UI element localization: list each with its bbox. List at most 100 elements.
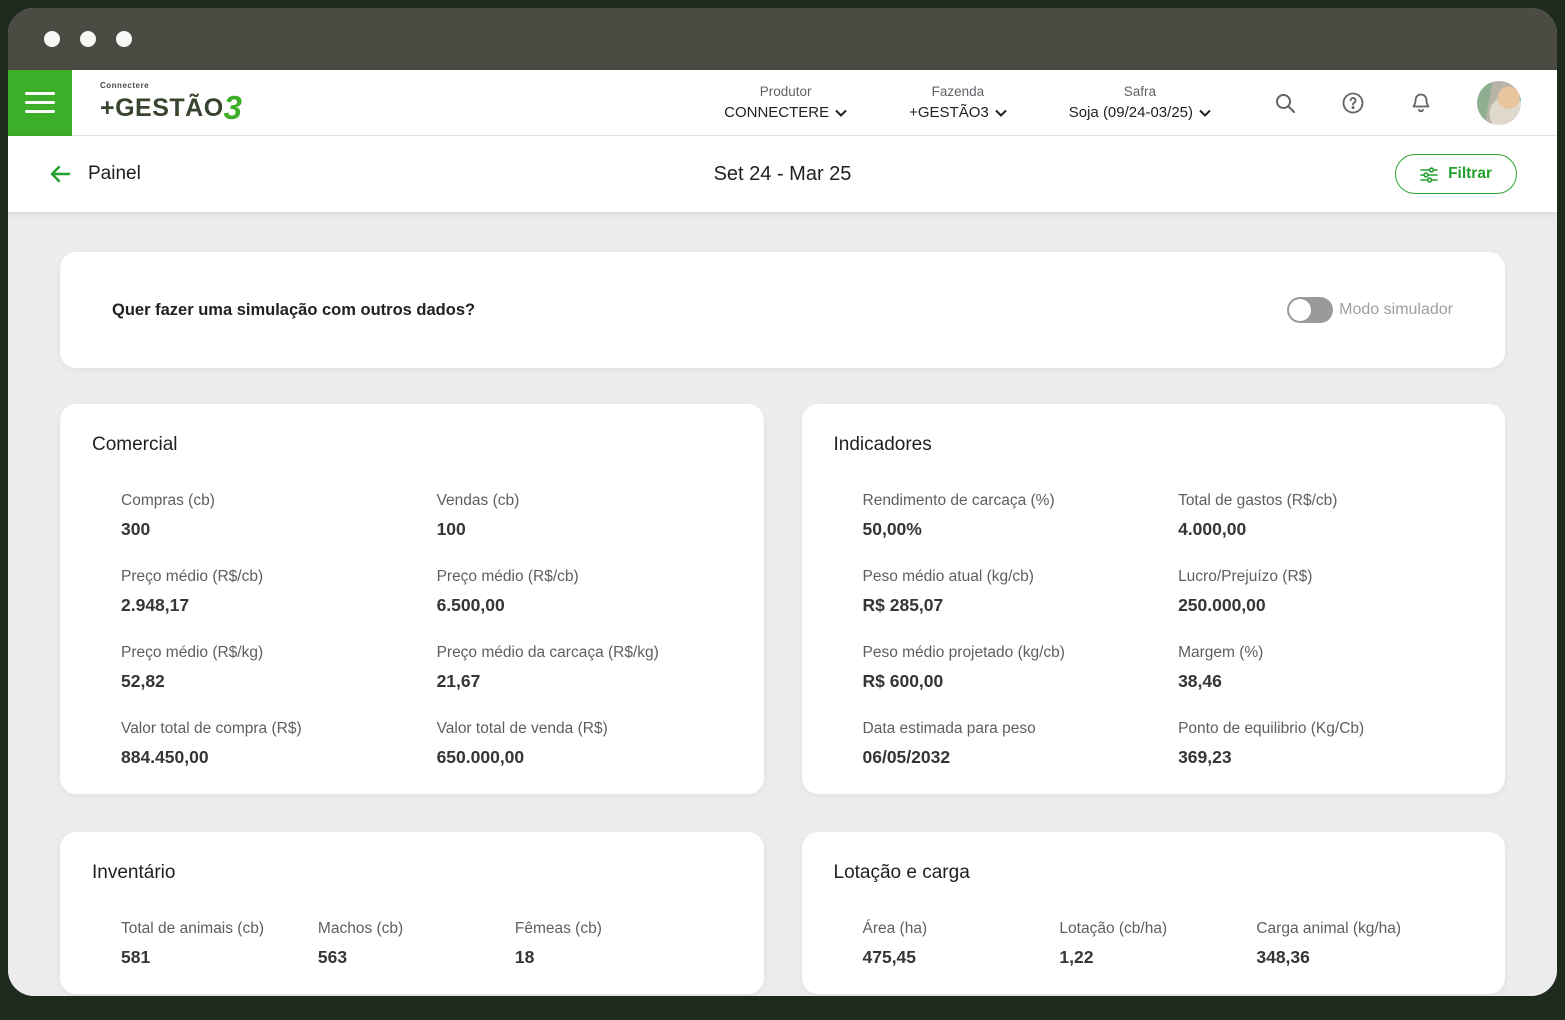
stat-label: Preço médio da carcaça (R$/kg) (437, 644, 732, 662)
stat-label: Lotação (cb/ha) (1059, 920, 1256, 938)
season-selector[interactable]: Safra Soja (09/24-03/25) (1069, 84, 1211, 121)
search-button[interactable] (1273, 91, 1297, 115)
stat-item: Carga animal (kg/ha) 348,36 (1256, 920, 1473, 968)
stat-label: Peso médio projetado (kg/cb) (863, 644, 1179, 662)
stat-item: Margem (%) 38,46 (1178, 644, 1473, 692)
period-label: Set 24 - Mar 25 (8, 163, 1557, 186)
stat-item: Peso médio atual (kg/cb) R$ 285,07 (863, 568, 1179, 616)
stat-value: 475,45 (863, 947, 1060, 968)
stat-label: Valor total de compra (R$) (121, 720, 437, 738)
stat-item: Área (ha) 475,45 (863, 920, 1060, 968)
stat-label: Total de gastos (R$/cb) (1178, 492, 1473, 510)
simulator-question: Quer fazer uma simulação com outros dado… (112, 301, 475, 320)
stat-value: 1,22 (1059, 947, 1256, 968)
simulator-card: Quer fazer uma simulação com outros dado… (60, 252, 1505, 368)
filter-button[interactable]: Filtrar (1395, 154, 1517, 194)
stat-label: Total de animais (cb) (121, 920, 318, 938)
stat-item: Ponto de equilibrio (Kg/Cb) 369,23 (1178, 720, 1473, 768)
stat-label: Lucro/Prejuízo (R$) (1178, 568, 1473, 586)
stat-value: 38,46 (1178, 671, 1473, 692)
chevron-down-icon (995, 109, 1007, 117)
stat-item: Lotação (cb/ha) 1,22 (1059, 920, 1256, 968)
app-window: Connectere +GESTÃO3 Produtor CONNECTERE … (8, 8, 1557, 996)
page-title: Painel (88, 163, 141, 185)
back-arrow-icon (48, 162, 72, 186)
stat-item: Fêmeas (cb) 18 (515, 920, 732, 968)
hamburger-icon (25, 101, 55, 104)
stat-label: Área (ha) (863, 920, 1060, 938)
simulator-toggle[interactable] (1287, 297, 1333, 323)
window-control-dot[interactable] (80, 31, 96, 47)
indicadores-card: Indicadores Rendimento de carcaça (%) 50… (802, 404, 1506, 794)
stat-item: Total de gastos (R$/cb) 4.000,00 (1178, 492, 1473, 540)
stat-value: 4.000,00 (1178, 519, 1473, 540)
stat-value: 563 (318, 947, 515, 968)
stat-label: Margem (%) (1178, 644, 1473, 662)
stat-value: 348,36 (1256, 947, 1473, 968)
stat-value: 18 (515, 947, 732, 968)
avatar[interactable] (1477, 81, 1521, 125)
hamburger-icon (25, 110, 55, 113)
stat-item: Machos (cb) 563 (318, 920, 515, 968)
back-navigation[interactable]: Painel (48, 162, 141, 186)
stat-label: Ponto de equilibrio (Kg/Cb) (1178, 720, 1473, 738)
stat-value: 300 (121, 519, 437, 540)
card-title: Inventário (92, 862, 732, 884)
stat-value: 2.948,17 (121, 595, 437, 616)
window-titlebar (8, 8, 1557, 70)
producer-selector-value: CONNECTERE (724, 104, 829, 121)
farm-selector-value: +GESTÃO3 (909, 104, 989, 121)
stat-value: 50,00% (863, 519, 1179, 540)
stat-label: Carga animal (kg/ha) (1256, 920, 1473, 938)
stat-value: 650.000,00 (437, 747, 732, 768)
stat-item: Peso médio projetado (kg/cb) R$ 600,00 (863, 644, 1179, 692)
producer-selector-label: Produtor (724, 84, 847, 99)
stat-label: Machos (cb) (318, 920, 515, 938)
hamburger-menu-button[interactable] (8, 70, 72, 136)
stat-item: Total de animais (cb) 581 (121, 920, 318, 968)
card-title: Lotação e carga (834, 862, 1474, 884)
stat-label: Fêmeas (cb) (515, 920, 732, 938)
stat-item: Valor total de venda (R$) 650.000,00 (437, 720, 732, 768)
simulator-toggle-label: Modo simulador (1339, 301, 1453, 319)
card-title: Indicadores (834, 434, 1474, 456)
stat-label: Preço médio (R$/kg) (121, 644, 437, 662)
comercial-card: Comercial Compras (cb) 300 Vendas (cb) 1… (60, 404, 764, 794)
window-control-dot[interactable] (44, 31, 60, 47)
stat-value: 884.450,00 (121, 747, 437, 768)
stat-value: R$ 285,07 (863, 595, 1179, 616)
farm-selector-label: Fazenda (909, 84, 1007, 99)
stat-label: Compras (cb) (121, 492, 437, 510)
filter-button-label: Filtrar (1448, 165, 1492, 183)
stat-item: Data estimada para peso 06/05/2032 (863, 720, 1179, 768)
stat-value: 06/05/2032 (863, 747, 1179, 768)
help-icon (1341, 91, 1365, 115)
stat-label: Peso médio atual (kg/cb) (863, 568, 1179, 586)
season-selector-value: Soja (09/24-03/25) (1069, 104, 1193, 121)
season-selector-label: Safra (1069, 84, 1211, 99)
card-title: Comercial (92, 434, 732, 456)
stat-item: Preço médio da carcaça (R$/kg) 21,67 (437, 644, 732, 692)
stat-item: Preço médio (R$/cb) 2.948,17 (121, 568, 437, 616)
notifications-button[interactable] (1409, 91, 1433, 115)
search-icon (1273, 91, 1297, 115)
toggle-knob (1289, 299, 1311, 321)
farm-selector[interactable]: Fazenda +GESTÃO3 (909, 84, 1007, 121)
chevron-down-icon (1199, 109, 1211, 117)
stat-item: Vendas (cb) 100 (437, 492, 732, 540)
stat-value: 100 (437, 519, 732, 540)
inventario-card: Inventário Total de animais (cb) 581 Mac… (60, 832, 764, 994)
help-button[interactable] (1341, 91, 1365, 115)
bell-icon (1409, 91, 1433, 115)
app-logo: Connectere +GESTÃO3 (100, 82, 242, 124)
stat-value: 21,67 (437, 671, 732, 692)
stat-value: 581 (121, 947, 318, 968)
stat-item: Preço médio (R$/kg) 52,82 (121, 644, 437, 692)
stat-label: Rendimento de carcaça (%) (863, 492, 1179, 510)
window-control-dot[interactable] (116, 31, 132, 47)
stat-value: R$ 600,00 (863, 671, 1179, 692)
brand-name-label: +GESTÃO (100, 94, 224, 122)
stat-value: 250.000,00 (1178, 595, 1473, 616)
stat-item: Compras (cb) 300 (121, 492, 437, 540)
producer-selector[interactable]: Produtor CONNECTERE (724, 84, 847, 121)
